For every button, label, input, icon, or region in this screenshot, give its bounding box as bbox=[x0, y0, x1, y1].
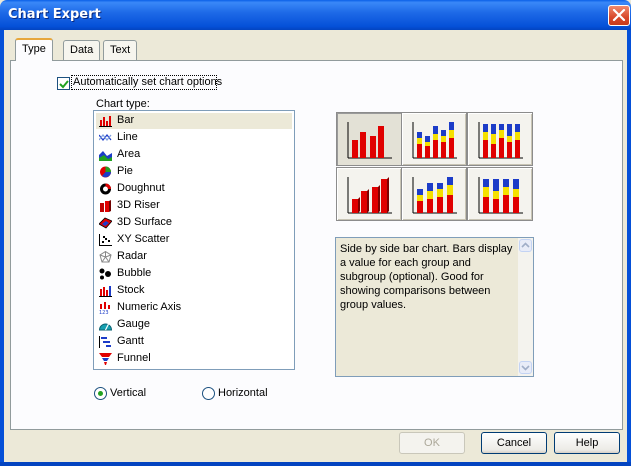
scroll-up-button[interactable] bbox=[519, 239, 532, 252]
list-item-gauge[interactable]: Gauge bbox=[96, 317, 292, 333]
list-item-label: Line bbox=[117, 131, 138, 143]
auto-options-checkbox[interactable] bbox=[57, 77, 70, 90]
list-item-label: Radar bbox=[117, 250, 147, 262]
radio-dot bbox=[98, 391, 103, 396]
chevron-up-icon bbox=[521, 242, 530, 248]
list-item-label: Gauge bbox=[117, 318, 151, 330]
bubble-chart-icon bbox=[99, 268, 111, 280]
list-item-area[interactable]: Area bbox=[96, 147, 292, 163]
window-title: Chart Expert bbox=[8, 7, 101, 22]
list-item-label: Stock bbox=[117, 284, 145, 296]
gantt-chart-icon bbox=[99, 336, 111, 348]
window-frame-bottom bbox=[0, 462, 631, 466]
line-chart-icon bbox=[99, 134, 112, 141]
3d-stacked-bar-preview-icon bbox=[412, 177, 457, 214]
horizontal-radio-label[interactable]: Horizontal bbox=[218, 387, 268, 399]
scroll-down-button[interactable] bbox=[519, 361, 532, 374]
chart-type-label: Chart type: bbox=[96, 98, 150, 110]
list-item-label: XY Scatter bbox=[117, 233, 170, 245]
cancel-button[interactable]: Cancel bbox=[481, 432, 547, 454]
subtype-stacked-bar-button[interactable] bbox=[401, 112, 467, 166]
3d-percent-stacked-bar-preview-icon bbox=[478, 177, 523, 214]
subtype-percent-stacked-bar-button[interactable] bbox=[467, 112, 533, 166]
list-item-label: Bubble bbox=[117, 267, 152, 279]
area-chart-icon bbox=[99, 151, 112, 161]
tab-data[interactable]: Data bbox=[63, 40, 101, 60]
subtype-side-by-side-bar-button[interactable] bbox=[336, 112, 402, 166]
percent-stacked-bar-preview-icon bbox=[478, 122, 523, 159]
list-item-3d-surface[interactable]: 3D Surface bbox=[96, 215, 292, 231]
list-item-funnel[interactable]: Funnel bbox=[96, 351, 292, 367]
tab-type[interactable]: Type bbox=[15, 38, 53, 61]
list-item-label: 3D Riser bbox=[117, 199, 160, 211]
list-item-label: Area bbox=[117, 148, 141, 160]
chart-description-text: Side by side bar chart. Bars display a v… bbox=[340, 243, 513, 311]
list-item-label: 3D Surface bbox=[117, 216, 173, 228]
tab-text[interactable]: Text bbox=[103, 40, 138, 60]
3d-surface-icon bbox=[99, 217, 112, 229]
pie-chart-icon bbox=[100, 166, 111, 178]
list-item-radar[interactable]: Radar bbox=[96, 249, 292, 265]
checkmark-icon bbox=[59, 80, 69, 89]
3d-side-by-side-bar-preview-icon bbox=[347, 177, 392, 214]
3d-riser-icon bbox=[100, 200, 111, 212]
list-item-doughnut[interactable]: Doughnut bbox=[96, 181, 292, 197]
list-item-bubble[interactable]: Bubble bbox=[96, 266, 292, 282]
subtype-3d-stacked-bar-button[interactable] bbox=[401, 167, 467, 221]
horizontal-radio[interactable] bbox=[202, 387, 215, 400]
chart-description-box: Side by side bar chart. Bars display a v… bbox=[335, 237, 534, 377]
close-button[interactable] bbox=[608, 5, 630, 26]
stock-chart-icon bbox=[99, 286, 112, 297]
subtype-3d-percent-stacked-bar-button[interactable] bbox=[467, 167, 533, 221]
vertical-radio[interactable] bbox=[94, 387, 107, 400]
list-item-stock[interactable]: Stock bbox=[96, 283, 292, 299]
list-item-xy-scatter[interactable]: XY Scatter bbox=[96, 232, 292, 248]
list-item-line[interactable]: Line bbox=[96, 130, 292, 146]
list-item-label: Doughnut bbox=[117, 182, 165, 194]
vertical-radio-label[interactable]: Vertical bbox=[110, 387, 146, 399]
chart-type-list[interactable]: Bar Line Area Pie Doughnut 3D Riser 3D S… bbox=[93, 110, 295, 370]
help-button[interactable]: Help bbox=[554, 432, 620, 454]
auto-options-label[interactable]: Automatically set chart options bbox=[73, 76, 222, 88]
bar-chart-icon bbox=[99, 116, 112, 127]
svg-text:123: 123 bbox=[99, 310, 109, 314]
side-by-side-bar-preview-icon bbox=[347, 122, 392, 159]
window-frame-left bbox=[0, 30, 4, 466]
ok-button[interactable]: OK bbox=[399, 432, 465, 454]
list-item-numeric-axis[interactable]: 123 Numeric Axis bbox=[96, 300, 292, 316]
stacked-bar-preview-icon bbox=[412, 122, 457, 159]
doughnut-chart-icon bbox=[100, 183, 111, 195]
list-item-bar[interactable]: Bar bbox=[96, 113, 292, 129]
list-item-3d-riser[interactable]: 3D Riser bbox=[96, 198, 292, 214]
title-bar: Chart Expert bbox=[0, 0, 631, 30]
description-scrollbar[interactable] bbox=[518, 238, 533, 376]
window-frame-right bbox=[627, 30, 631, 466]
list-item-label: Pie bbox=[117, 165, 133, 177]
xy-scatter-icon bbox=[99, 234, 112, 246]
list-item-label: Numeric Axis bbox=[117, 301, 182, 313]
list-item-label: Funnel bbox=[117, 352, 151, 364]
list-item-label: Bar bbox=[117, 114, 135, 126]
list-item-gantt[interactable]: Gantt bbox=[96, 334, 292, 350]
list-item-pie[interactable]: Pie bbox=[96, 164, 292, 180]
chevron-down-icon bbox=[521, 365, 530, 371]
numeric-axis-icon: 123 bbox=[99, 302, 110, 314]
radar-chart-icon bbox=[99, 251, 112, 263]
subtype-3d-side-by-side-bar-button[interactable] bbox=[336, 167, 402, 221]
list-item-label: Gantt bbox=[117, 335, 144, 347]
gauge-icon bbox=[99, 323, 112, 331]
funnel-chart-icon bbox=[99, 353, 112, 365]
close-icon bbox=[612, 9, 626, 22]
